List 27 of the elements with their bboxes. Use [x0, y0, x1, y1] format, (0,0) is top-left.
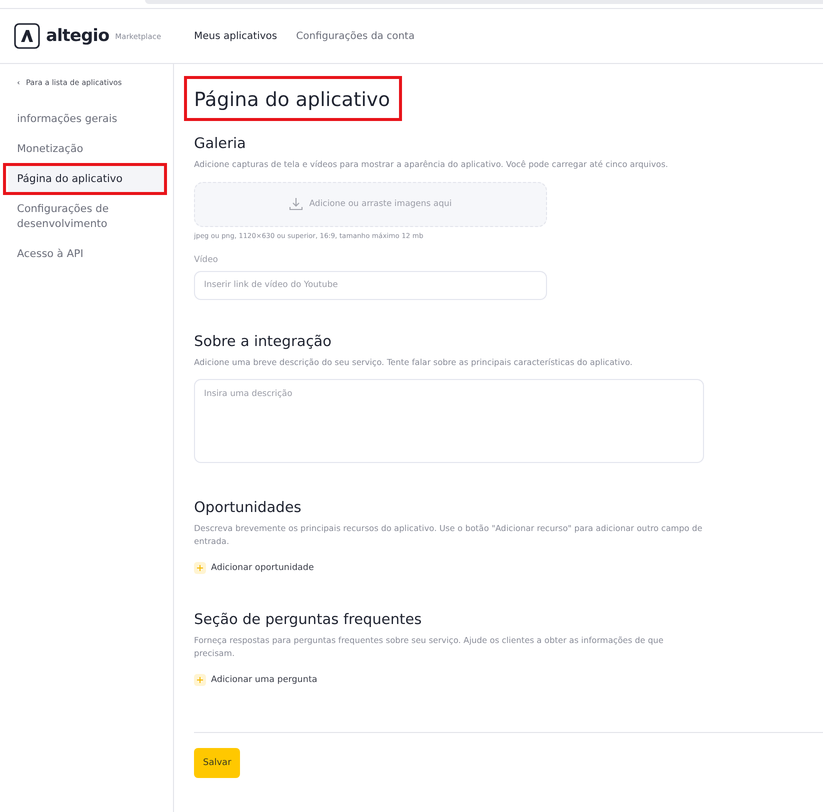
- logo-icon: [14, 23, 40, 49]
- field-label: Vídeo: [194, 254, 220, 264]
- section-description: Adicione uma breve descrição do seu serviço. Tente falar sobre as principais características do aplicativo.: [194, 356, 634, 368]
- section-title: Sobre a integração: [194, 334, 333, 350]
- add-button[interactable]: Adicionar uma pergunta: [194, 674, 318, 686]
- section-description: Adicione capturas de tela e vídeos para mostrar a aparência do aplicativo. Você pode carregar até cinco arquivos.: [194, 158, 670, 170]
- logo-text: altegio: [46, 26, 110, 46]
- add-button[interactable]: Adicionar oportunidade: [194, 562, 314, 574]
- section-title: Galeria: [194, 136, 247, 152]
- section-title: Seção de perguntas frequentes: [194, 612, 423, 628]
- video-link-field[interactable]: Inserir link de vídeo do Youtube: [194, 270, 547, 300]
- sidebar-item[interactable]: Acesso à API: [8, 239, 165, 269]
- download-icon: [289, 197, 304, 211]
- page-title: Página do aplicativo: [194, 88, 390, 111]
- nav-link[interactable]: Meus aplicativos: [194, 30, 278, 42]
- sidebar-item[interactable]: informações gerais: [8, 104, 165, 134]
- save-button[interactable]: Salvar: [194, 748, 240, 778]
- sidebar-item[interactable]: Monetização: [8, 134, 165, 164]
- plus-icon: [194, 674, 206, 686]
- section-title: Oportunidades: [194, 500, 302, 516]
- upload-label: Adicione ou arraste imagens aqui: [309, 199, 452, 209]
- nav-link[interactable]: Configurações da conta: [296, 30, 415, 42]
- description-field[interactable]: Insira uma descrição: [194, 379, 704, 463]
- sidebar-item[interactable]: Configurações de desenvolvimento: [8, 194, 165, 239]
- section-description: Forneça respostas para perguntas frequentes sobre seu serviço. Ajude os clientes a obter as informações de que precisam.: [194, 634, 665, 659]
- section-description: Descreva brevemente os principais recursos do aplicativo. Use o botão "Adicionar recurso" para adicionar outro campo de entrada.: [194, 522, 704, 547]
- plus-icon: [194, 562, 206, 574]
